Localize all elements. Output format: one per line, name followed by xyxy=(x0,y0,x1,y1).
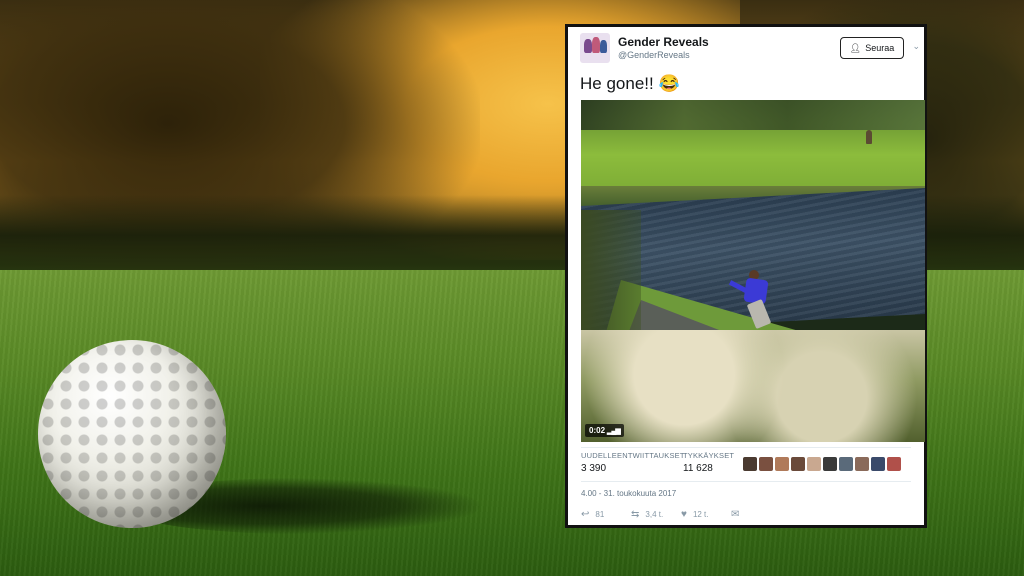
video-time: 0:02 xyxy=(589,426,606,435)
avatar[interactable] xyxy=(580,33,610,63)
liker-avatar[interactable] xyxy=(807,457,821,471)
likes-count: 11 628 xyxy=(683,463,713,474)
like-count-short: 12 t. xyxy=(692,510,709,519)
video-player[interactable]: 0:02 ▂▄▆ xyxy=(581,100,925,442)
liker-avatar[interactable] xyxy=(839,457,853,471)
liker-avatar[interactable] xyxy=(759,457,773,471)
video-flower-bushes xyxy=(581,330,925,442)
retweet-count-short: 3,4 t. xyxy=(645,510,664,519)
liker-avatar[interactable] xyxy=(887,457,901,471)
tweet-timestamp[interactable]: 4.00 - 31. toukokuuta 2017 xyxy=(581,489,676,498)
liker-avatar[interactable] xyxy=(791,457,805,471)
stats-divider-top xyxy=(581,447,911,448)
liker-avatar[interactable] xyxy=(871,457,885,471)
video-kangaroo xyxy=(866,130,872,144)
envelope-icon: ✉︎ xyxy=(731,509,740,520)
retweets-count: 3 390 xyxy=(581,463,607,474)
retweet-button[interactable]: ⇆ 3,4 t. xyxy=(631,509,663,520)
volume-bars-icon: ▂▄▆ xyxy=(607,427,621,435)
follow-label: Seuraa xyxy=(865,43,895,53)
direct-message-button[interactable]: ✉︎ xyxy=(731,509,739,520)
liker-avatar[interactable] xyxy=(823,457,837,471)
person-plus-icon: 👤︎ xyxy=(849,42,862,53)
tweet-text: He gone!! 😂 xyxy=(580,74,680,94)
tweet-header: Gender Reveals @GenderReveals 👤︎ Seuraa … xyxy=(580,33,920,69)
display-name[interactable]: Gender Reveals xyxy=(618,35,709,49)
tweet-text-body: He gone!! xyxy=(580,74,654,93)
liker-avatar[interactable] xyxy=(775,457,789,471)
retweets-stat[interactable]: UUDELLEENTWIITTAUKSET 3 390 xyxy=(581,451,685,474)
retweets-label: UUDELLEENTWIITTAUKSET xyxy=(581,451,685,460)
reply-count: 81 xyxy=(595,510,605,519)
follow-button[interactable]: 👤︎ Seuraa xyxy=(840,37,904,59)
liker-avatar[interactable] xyxy=(743,457,757,471)
retweet-icon: ⇆ xyxy=(631,509,640,520)
liker-avatars xyxy=(743,457,901,471)
embedded-tweet: Gender Reveals @GenderReveals 👤︎ Seuraa … xyxy=(565,24,927,528)
video-duration-badge: 0:02 ▂▄▆ xyxy=(585,424,624,437)
likes-stat[interactable]: TYKKÄYKSET 11 628 xyxy=(683,451,734,474)
laughing-emoji: 😂 xyxy=(658,74,680,93)
reply-icon: ↩︎ xyxy=(581,509,590,520)
tweet-actions: ↩︎ 81 ⇆ 3,4 t. ♥︎ 12 t. ✉︎ xyxy=(581,509,781,523)
user-handle[interactable]: @GenderReveals xyxy=(618,50,690,60)
heart-icon: ♥︎ xyxy=(681,509,687,520)
liker-avatar[interactable] xyxy=(855,457,869,471)
like-button[interactable]: ♥︎ 12 t. xyxy=(681,509,709,520)
video-trees xyxy=(581,100,925,130)
golf-ball xyxy=(38,340,226,528)
reply-button[interactable]: ↩︎ 81 xyxy=(581,509,604,520)
likes-label: TYKKÄYKSET xyxy=(683,451,735,460)
tweet-stats: UUDELLEENTWIITTAUKSET 3 390 TYKKÄYKSET 1… xyxy=(581,451,917,479)
stats-divider-bottom xyxy=(581,481,911,482)
chevron-down-icon[interactable]: ⌄ xyxy=(912,41,920,52)
